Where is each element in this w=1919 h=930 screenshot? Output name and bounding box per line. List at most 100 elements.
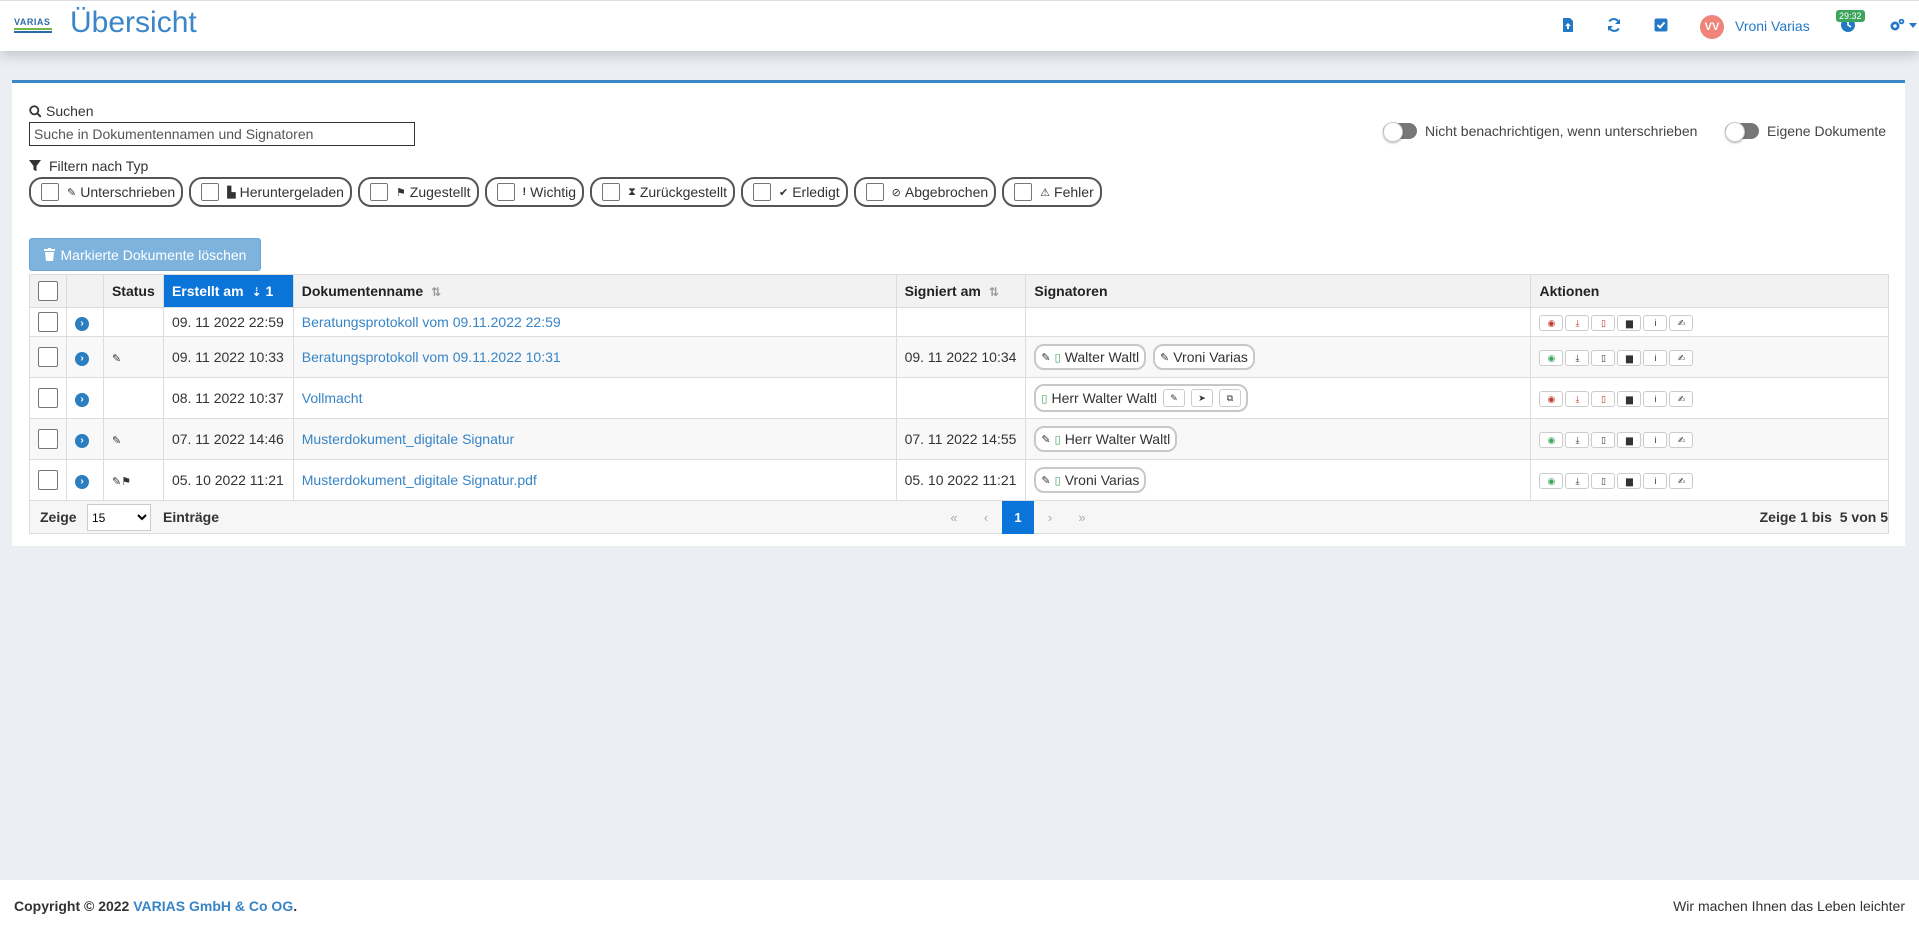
expand-row-icon[interactable]: › — [75, 351, 89, 366]
info-icon[interactable]: i — [1643, 350, 1668, 367]
row-checkbox[interactable] — [38, 388, 58, 408]
documents-table: Status Erstellt am ⇣ 1 Dokumentenname ⇅ Si… — [29, 274, 1889, 501]
download-icon[interactable]: ⤓ — [1565, 432, 1590, 449]
document-link[interactable]: Beratungsprotokoll vom 09.11.2022 22:59 — [302, 314, 561, 330]
filter-chip-zugestellt[interactable]: ⚑ Zugestellt — [357, 177, 479, 207]
expand-row-icon[interactable]: › — [75, 433, 89, 448]
download-icon[interactable]: ⤓ — [1565, 350, 1590, 367]
download-icon[interactable]: ⤓ — [1565, 315, 1590, 332]
info-icon[interactable]: i — [1643, 315, 1668, 332]
trash-icon[interactable]: ▆ — [1617, 432, 1642, 449]
upload-file-icon[interactable] — [1559, 16, 1577, 34]
delete-selected-label: Markierte Dokumente löschen — [60, 246, 247, 263]
column-header-signed[interactable]: Signiert am ⇅ — [895, 274, 1027, 308]
expand-row-icon[interactable]: › — [75, 474, 89, 489]
search-input[interactable] — [29, 122, 415, 146]
trash-icon[interactable]: ▆ — [1617, 350, 1642, 367]
filter-chip-wichtig[interactable]: ! Wichtig — [484, 177, 585, 207]
checkbox-icon[interactable] — [1652, 16, 1670, 34]
row-expand-cell: › — [66, 307, 104, 337]
page-length-select[interactable]: 15 — [87, 504, 151, 531]
row-checkbox[interactable] — [38, 470, 58, 490]
info-icon[interactable]: i — [1643, 432, 1668, 449]
file-icon[interactable]: ▯ — [1591, 391, 1616, 408]
filter-checkbox[interactable] — [1014, 183, 1033, 201]
sign-icon[interactable]: ✍ — [1669, 391, 1694, 408]
trash-icon[interactable]: ▆ — [1617, 315, 1642, 332]
filter-checkbox[interactable] — [41, 183, 59, 201]
row-checkbox[interactable] — [38, 347, 58, 367]
row-checkbox[interactable] — [38, 429, 58, 449]
column-header-label: Aktionen — [1539, 283, 1600, 299]
pager-prev[interactable]: ‹ — [970, 501, 1002, 534]
expand-row-icon[interactable]: › — [75, 316, 89, 331]
filter-chip-zurueckgestellt[interactable]: ⧗ Zurückgestellt — [590, 177, 735, 207]
pager-current[interactable]: 1 — [1002, 501, 1034, 534]
sign-icon[interactable]: ✍ — [1669, 473, 1694, 490]
filter-checkbox[interactable] — [496, 183, 515, 201]
signer-pill[interactable]: ▯ Herr Walter Waltl ✎ ➤ ⧉ — [1034, 384, 1248, 412]
row-select-cell — [29, 459, 67, 501]
row-actions: ◉ ⤓ ▯ ▆ i ✍ — [1539, 473, 1694, 490]
sign-icon[interactable]: ✍ — [1669, 350, 1694, 367]
trash-icon[interactable]: ▆ — [1617, 391, 1642, 408]
view-icon[interactable]: ◉ — [1539, 473, 1564, 490]
send-icon[interactable]: ➤ — [1191, 389, 1213, 407]
file-icon[interactable]: ▯ — [1591, 473, 1616, 490]
document-link[interactable]: Musterdokument_digitale Signatur — [302, 431, 514, 447]
pager-first[interactable]: « — [938, 501, 970, 534]
info-icon[interactable]: i — [1643, 391, 1668, 408]
view-icon[interactable]: ◉ — [1539, 432, 1564, 449]
filter-chip-erledigt[interactable]: ✔ Erledigt — [740, 177, 848, 207]
download-icon[interactable]: ⤓ — [1565, 473, 1590, 490]
view-icon[interactable]: ◉ — [1539, 315, 1564, 332]
filter-checkbox[interactable] — [201, 183, 220, 201]
delete-selected-button[interactable]: Markierte Dokumente löschen — [29, 238, 261, 271]
file-icon[interactable]: ▯ — [1591, 350, 1616, 367]
filter-checkbox[interactable] — [752, 183, 771, 201]
download-icon[interactable]: ⤓ — [1565, 391, 1590, 408]
info-icon[interactable]: i — [1643, 473, 1668, 490]
copy-icon[interactable]: ⧉ — [1219, 389, 1241, 407]
view-icon[interactable]: ◉ — [1539, 350, 1564, 367]
avatar[interactable]: VV — [1700, 15, 1724, 39]
pen-icon[interactable]: ✎ — [1163, 389, 1185, 407]
filter-checkbox[interactable] — [865, 183, 884, 201]
file-icon[interactable]: ▯ — [1591, 432, 1616, 449]
notify-toggle[interactable] — [1383, 122, 1417, 142]
column-header-name[interactable]: Dokumentenname ⇅ — [292, 274, 897, 308]
document-link[interactable]: Beratungsprotokoll vom 09.11.2022 10:31 — [302, 349, 561, 365]
document-link[interactable]: Vollmacht — [302, 390, 363, 406]
filter-chip-unterschrieben[interactable]: ✎ Unterschrieben — [29, 177, 184, 207]
file-icon[interactable]: ▯ — [1591, 315, 1616, 332]
sign-icon[interactable]: ✍ — [1669, 315, 1694, 332]
varias-logo[interactable]: VARIAS — [14, 18, 54, 34]
signer-pill[interactable]: ✎ ▯ Vroni Varias — [1034, 467, 1147, 493]
filter-chip-abgebrochen[interactable]: ⊘ Abgebrochen — [853, 177, 997, 207]
filter-checkbox[interactable] — [369, 183, 388, 201]
filter-chip-fehler[interactable]: ⚠ Fehler — [1002, 177, 1102, 207]
document-link[interactable]: Musterdokument_digitale Signatur.pdf — [302, 472, 537, 488]
select-all-checkbox[interactable] — [38, 281, 58, 301]
pager-last[interactable]: » — [1066, 501, 1098, 534]
filter-checkbox[interactable] — [602, 183, 621, 201]
signer-pill[interactable]: ✎ Vroni Varias — [1153, 344, 1255, 370]
trash-icon[interactable]: ▆ — [1617, 473, 1642, 490]
pager-next[interactable]: › — [1034, 501, 1066, 534]
own-docs-toggle[interactable] — [1725, 122, 1759, 142]
view-icon[interactable]: ◉ — [1539, 391, 1564, 408]
signer-pill[interactable]: ✎ ▯ Walter Waltl — [1034, 344, 1147, 370]
company-link[interactable]: VARIAS GmbH & Co OG — [133, 898, 293, 914]
column-header-created[interactable]: Erstellt am ⇣ 1 — [162, 274, 294, 308]
sign-icon[interactable]: ✍ — [1669, 432, 1694, 449]
settings-icon[interactable] — [1888, 16, 1906, 34]
pen-icon: ✎ — [67, 186, 77, 199]
row-checkbox[interactable] — [38, 312, 58, 332]
filter-chip-heruntergeladen[interactable]: ▙ Heruntergeladen — [189, 177, 352, 207]
user-name-link[interactable]: Vroni Varias — [1735, 18, 1810, 34]
refresh-icon[interactable] — [1605, 16, 1623, 34]
notify-toggle-label: Nicht benachrichtigen, wenn unterschrieb… — [1425, 123, 1698, 139]
signer-pill[interactable]: ✎ ▯ Herr Walter Waltl — [1034, 426, 1178, 452]
chevron-down-icon[interactable] — [1909, 23, 1917, 28]
expand-row-icon[interactable]: › — [75, 392, 89, 407]
